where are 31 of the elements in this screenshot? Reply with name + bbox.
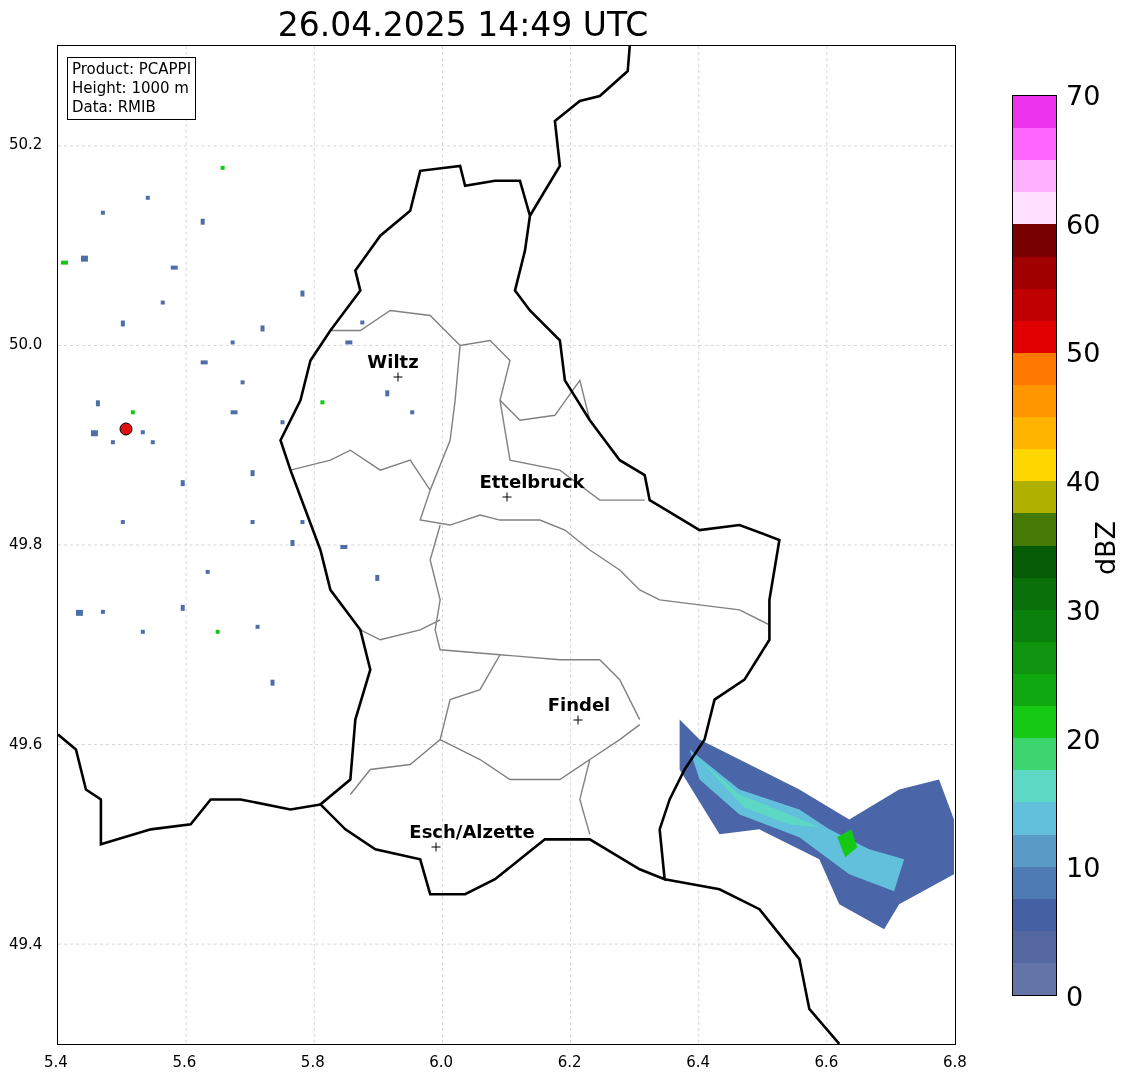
city-label: Esch/Alzette <box>409 820 535 842</box>
colorbar-tick-label: 50 <box>1066 336 1101 368</box>
city-label: Findel <box>547 693 611 715</box>
longitude-tick-label: 5.4 <box>44 1053 68 1071</box>
colorbar-tick-label: 60 <box>1066 208 1101 240</box>
colorbar-tick-label: 10 <box>1066 851 1101 883</box>
colorbar-label: dBZ <box>1089 520 1121 576</box>
info-text: Height: 1000 m <box>72 79 190 98</box>
colorbar-tick-label: 40 <box>1066 465 1101 497</box>
longitude-tick-label: 6.2 <box>557 1053 582 1071</box>
latitude-tick-label: 50.2 <box>9 135 43 153</box>
info-text: Product: PCAPPI <box>72 60 192 79</box>
chart-title: 26.04.2025 14:49 UTC <box>276 4 650 46</box>
city-label: Ettelbruck <box>479 470 585 492</box>
colorbar-tick-label: 70 <box>1066 79 1101 111</box>
radar-site-marker <box>119 422 133 436</box>
longitude-tick-label: 6.0 <box>429 1053 454 1071</box>
longitude-tick-label: 5.6 <box>172 1053 197 1071</box>
latitude-tick-label: 49.4 <box>9 935 43 953</box>
city-label: Wiltz <box>367 350 419 372</box>
longitude-tick-label: 5.8 <box>300 1053 325 1071</box>
latitude-tick-label: 49.6 <box>9 735 43 753</box>
colorbar-tick-label: 20 <box>1066 723 1101 755</box>
info-text: Data: RMIB <box>72 98 157 117</box>
longitude-tick-label: 6.6 <box>814 1053 839 1071</box>
longitude-tick-label: 6.4 <box>686 1053 710 1071</box>
colorbar-tick-label: 30 <box>1066 594 1101 626</box>
colorbar-tick-label: 0 <box>1066 980 1084 1012</box>
latitude-tick-label: 49.8 <box>9 535 43 553</box>
latitude-tick-label: 50.0 <box>9 335 43 353</box>
longitude-tick-label: 6.8 <box>943 1053 967 1071</box>
